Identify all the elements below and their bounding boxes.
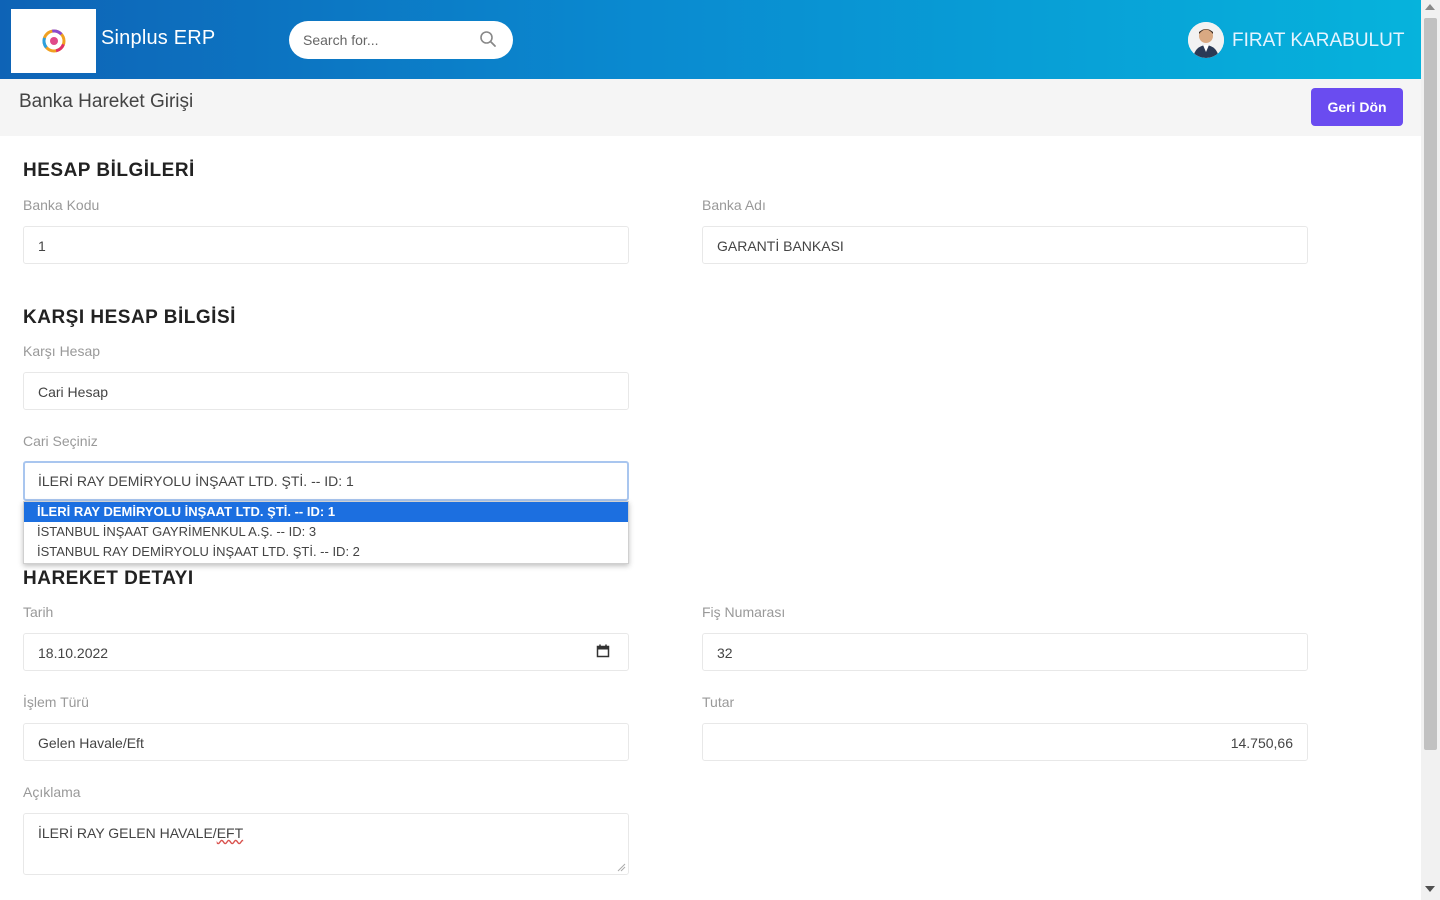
amount-label: Tutar <box>702 694 735 710</box>
cari-select[interactable]: İLERİ RAY DEMİRYOLU İNŞAAT LTD. ŞTİ. -- … <box>23 461 629 501</box>
bank-code-label: Banka Kodu <box>23 197 100 213</box>
transaction-type-label: İşlem Türü <box>23 694 89 710</box>
cari-dropdown-list: İLERİ RAY DEMİRYOLU İNŞAAT LTD. ŞTİ. -- … <box>23 501 629 564</box>
date-input[interactable]: 18.10.2022 <box>23 633 629 671</box>
description-text: İLERİ RAY GELEN HAVALE/ <box>38 825 217 841</box>
description-spellcheck-text: EFT <box>216 825 244 841</box>
logo[interactable] <box>11 9 96 73</box>
scroll-up-arrow-icon[interactable] <box>1425 4 1435 10</box>
page-scrollbar[interactable] <box>1421 0 1440 900</box>
section-title-movement: HAREKET DETAYI <box>23 568 194 589</box>
bank-name-field[interactable]: GARANTİ BANKASI <box>702 226 1308 264</box>
bank-code-field[interactable]: 1 <box>23 226 629 264</box>
scroll-down-arrow-icon[interactable] <box>1425 886 1435 892</box>
app-name: Sinplus ERP <box>101 27 216 49</box>
section-title-counter: KARŞI HESAP BİLGİSİ <box>23 307 236 328</box>
scroll-thumb[interactable] <box>1424 18 1437 750</box>
section-title-account: HESAP BİLGİLERİ <box>23 160 195 181</box>
bank-name-label: Banka Adı <box>702 197 766 213</box>
page-title: Banka Hareket Girişi <box>19 91 194 112</box>
app-root: Sinplus ERP FIRAT KARABULUT Banka Hareke… <box>0 0 1440 900</box>
amount-input[interactable]: 14.750,66 <box>702 723 1308 761</box>
textarea-resize-icon[interactable] <box>617 863 626 872</box>
receipt-no-label: Fiş Numarası <box>702 604 786 620</box>
counter-account-label: Karşı Hesap <box>23 343 101 359</box>
top-navbar: Sinplus ERP FIRAT KARABULUT <box>0 0 1421 79</box>
dropdown-option[interactable]: İLERİ RAY DEMİRYOLU İNŞAAT LTD. ŞTİ. -- … <box>24 502 628 522</box>
search-input[interactable] <box>303 30 473 50</box>
calendar-icon[interactable] <box>596 644 610 658</box>
search-icon[interactable] <box>479 30 497 48</box>
dropdown-option[interactable]: İSTANBUL RAY DEMİRYOLU İNŞAAT LTD. ŞTİ. … <box>24 542 628 562</box>
user-avatar-icon <box>1188 22 1224 58</box>
description-textarea[interactable]: İLERİ RAY GELEN HAVALE/EFT <box>23 813 629 875</box>
page-header: Banka Hareket Girişi Geri Dön <box>0 79 1421 136</box>
avatar[interactable] <box>1188 22 1224 58</box>
cari-select-label: Cari Seçiniz <box>23 433 98 449</box>
date-label: Tarih <box>23 604 54 620</box>
description-label: Açıklama <box>23 784 81 800</box>
back-button[interactable]: Geri Dön <box>1311 88 1403 126</box>
logo-icon <box>42 29 65 53</box>
dropdown-option[interactable]: İSTANBUL İNŞAAT GAYRİMENKUL A.Ş. -- ID: … <box>24 522 628 542</box>
user-name[interactable]: FIRAT KARABULUT <box>1232 30 1404 52</box>
counter-account-select[interactable]: Cari Hesap <box>23 372 629 410</box>
transaction-type-select[interactable]: Gelen Havale/Eft <box>23 723 629 761</box>
receipt-no-input[interactable]: 32 <box>702 633 1308 671</box>
